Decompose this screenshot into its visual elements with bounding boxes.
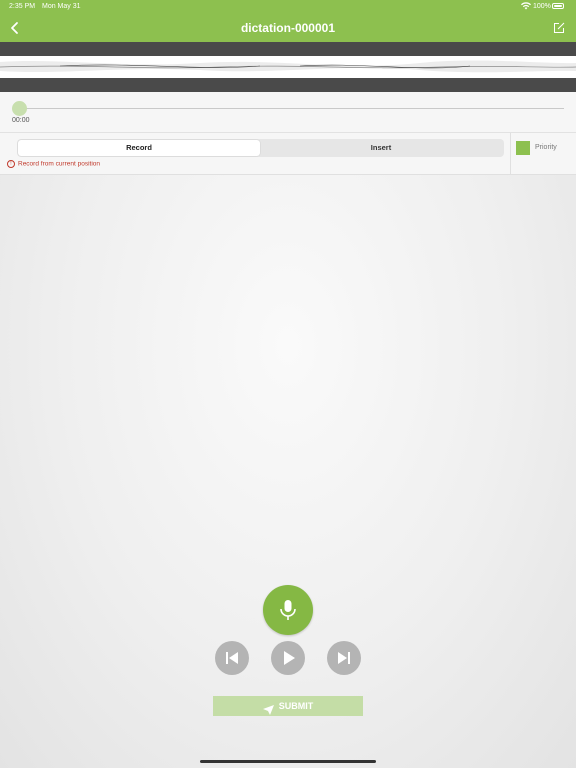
mode-panel: Record Insert ! Record from current posit… bbox=[0, 133, 576, 175]
alert-icon: ! bbox=[7, 160, 15, 168]
playback-progress: 00:00 bbox=[0, 92, 576, 133]
wifi-icon bbox=[521, 2, 531, 12]
status-bar: 2:35 PM Mon May 31 100% bbox=[0, 0, 576, 13]
submit-button[interactable]: SUBMIT bbox=[213, 696, 363, 716]
mode-segmented-control: Record Insert bbox=[17, 139, 504, 157]
divider bbox=[510, 133, 511, 174]
priority-label: Priority bbox=[535, 144, 557, 151]
edit-button[interactable] bbox=[552, 21, 566, 35]
waveform bbox=[0, 42, 576, 92]
app-header: 2:35 PM Mon May 31 100% dictation-000001 bbox=[0, 0, 576, 42]
segment-insert[interactable]: Insert bbox=[260, 140, 502, 156]
play-button[interactable] bbox=[271, 641, 305, 675]
skip-forward-button[interactable] bbox=[327, 641, 361, 675]
skip-back-button[interactable] bbox=[215, 641, 249, 675]
priority-checkbox[interactable] bbox=[516, 141, 530, 155]
skip-forward-icon bbox=[338, 652, 350, 664]
progress-knob[interactable] bbox=[12, 101, 27, 116]
status-time: 2:35 PM bbox=[9, 3, 36, 10]
submit-content: SUBMIT bbox=[213, 696, 363, 716]
battery-percent: 100% bbox=[533, 3, 551, 10]
mode-hint-text: Record from current position bbox=[18, 160, 101, 168]
edit-icon bbox=[554, 22, 565, 33]
battery-icon bbox=[552, 3, 564, 9]
skip-back-icon bbox=[226, 652, 238, 664]
position-time: 00:00 bbox=[12, 117, 30, 124]
home-indicator bbox=[200, 760, 376, 763]
send-icon bbox=[262, 702, 274, 715]
play-icon bbox=[284, 651, 295, 665]
segment-record[interactable]: Record bbox=[18, 140, 260, 156]
status-date: Mon May 31 bbox=[42, 3, 81, 10]
record-button[interactable] bbox=[263, 585, 313, 635]
microphone-icon bbox=[280, 600, 296, 620]
mode-hint: ! Record from current position bbox=[7, 160, 100, 168]
progress-track[interactable] bbox=[14, 108, 564, 109]
page-title: dictation-000001 bbox=[240, 21, 336, 35]
submit-label: SUBMIT bbox=[278, 701, 314, 711]
